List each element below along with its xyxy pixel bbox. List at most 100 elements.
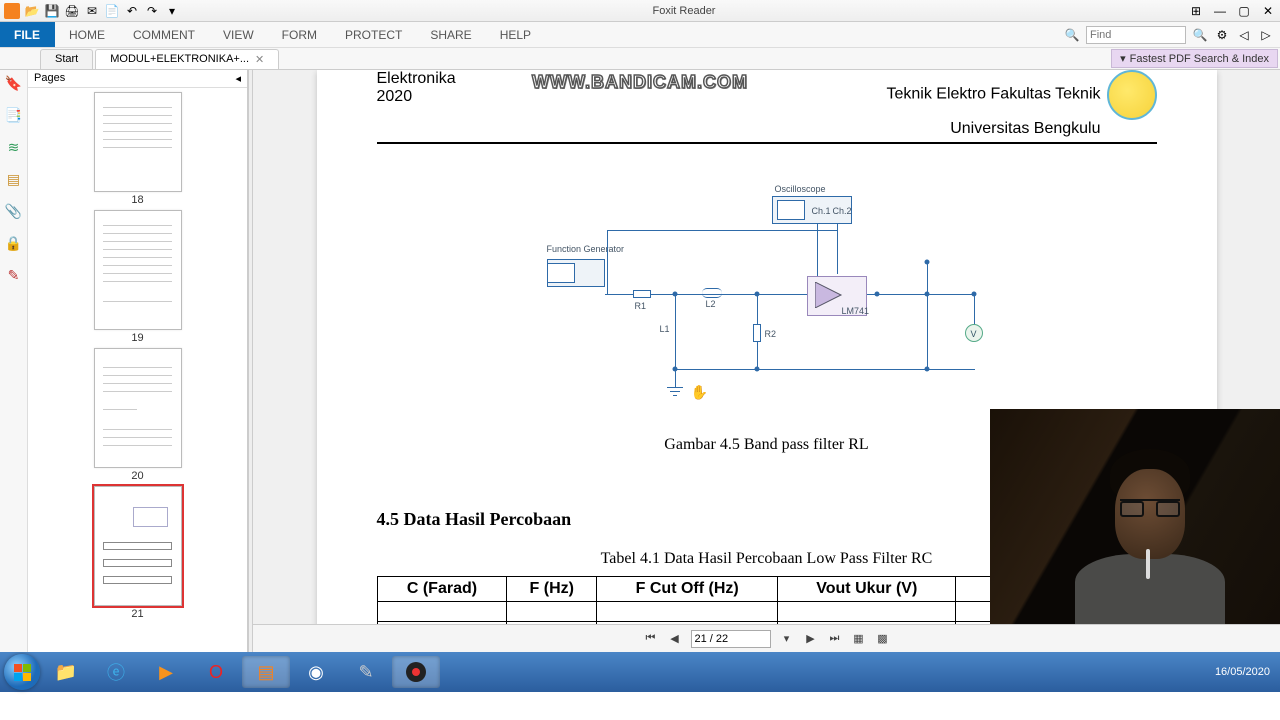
main-area: 🔖 📑 ≋ ▤ 📎 🔒 ✎ Pages ◂ 18 19 (0, 70, 1280, 652)
find-input[interactable] (1086, 26, 1186, 44)
thumb-19[interactable]: 19 (94, 210, 182, 344)
thumb-label: 18 (94, 194, 182, 206)
tab-help[interactable]: HELP (486, 22, 545, 47)
thumb-21[interactable]: 21 (94, 486, 182, 620)
print-icon[interactable]: 🖨 (64, 3, 80, 19)
doc-header: Elektronika 2020 Teknik Elektro Fakultas… (377, 70, 1157, 144)
label-ch2: Ch.2 (833, 206, 852, 216)
doc-tab-modul-label: MODUL+ELEKTRONIKA+... (110, 53, 249, 65)
promo-text: Fastest PDF Search & Index (1130, 53, 1269, 65)
qat-dropdown-icon[interactable]: ▾ (164, 3, 180, 19)
ribbon-min-icon[interactable]: ⊞ (1188, 3, 1204, 19)
pages-panel-header: Pages ◂ (28, 70, 247, 88)
next-result-icon[interactable]: ▷ (1258, 27, 1274, 43)
view-mode2-icon[interactable]: ▩ (875, 631, 891, 647)
label-ic: LM741 (842, 306, 870, 316)
title-bar: 📂 💾 🖨 ✉ 📄 ↶ ↷ ▾ Foxit Reader ⊞ — ▢ ✕ (0, 0, 1280, 22)
open-icon[interactable]: 📂 (24, 3, 40, 19)
windows-logo-icon (14, 664, 31, 681)
tab-protect[interactable]: PROTECT (331, 22, 416, 47)
layers-icon[interactable]: ≋ (5, 138, 23, 156)
prev-result-icon[interactable]: ◁ (1236, 27, 1252, 43)
last-page-icon[interactable]: ⏭ (827, 631, 843, 647)
label-r2: R2 (765, 329, 777, 339)
hand-cursor-icon: ✋ (691, 384, 708, 401)
tab-form[interactable]: FORM (268, 22, 331, 47)
find-go-icon[interactable]: 🔍 (1192, 27, 1208, 43)
system-tray[interactable]: 16/05/2020 (1215, 666, 1276, 679)
label-function-generator: Function Generator (547, 244, 625, 254)
pages-icon[interactable]: 📑 (5, 106, 23, 124)
status-bar: ⏮ ◀ ▾ ▶ ⏭ ▦ ▩ (253, 624, 1280, 652)
label-oscilloscope: Oscilloscope (775, 184, 826, 194)
search-icon[interactable]: 🔍 (1064, 27, 1080, 43)
thumbnail-list[interactable]: 18 19 20 21 (28, 88, 247, 652)
doc-tab-start[interactable]: Start (40, 49, 93, 69)
tab-home[interactable]: HOME (55, 22, 119, 47)
task-app1[interactable]: ✎ (342, 656, 390, 688)
task-ie[interactable]: ⓔ (92, 656, 140, 688)
tab-share[interactable]: SHARE (416, 22, 485, 47)
task-wmp[interactable]: ▶ (142, 656, 190, 688)
thumbnail[interactable] (94, 348, 182, 468)
thumbnail[interactable] (94, 486, 182, 606)
task-explorer[interactable]: 📁 (42, 656, 90, 688)
doc-tab-modul[interactable]: MODUL+ELEKTRONIKA+... ✕ (95, 49, 279, 69)
close-tab-icon[interactable]: ✕ (255, 53, 264, 66)
thumb-label: 20 (94, 470, 182, 482)
app-icon (4, 3, 20, 19)
collapse-panel-icon[interactable]: ◂ (235, 72, 241, 85)
new-icon[interactable]: 📄 (104, 3, 120, 19)
hdr-university: Universitas Bengkulu (950, 120, 1100, 138)
thumb-label: 19 (94, 332, 182, 344)
minimize-icon[interactable]: — (1212, 3, 1228, 19)
start-button[interactable] (4, 654, 40, 690)
view-mode1-icon[interactable]: ▦ (851, 631, 867, 647)
email-icon[interactable]: ✉ (84, 3, 100, 19)
thumb-18[interactable]: 18 (94, 92, 182, 206)
university-logo (1107, 70, 1157, 120)
tab-file[interactable]: FILE (0, 22, 55, 47)
close-window-icon[interactable]: ✕ (1260, 3, 1276, 19)
promo-banner[interactable]: ▾ Fastest PDF Search & Index (1111, 49, 1278, 68)
watermark: WWW.BANDICAM.COM (532, 72, 748, 93)
label-l1: L1 (660, 324, 670, 334)
redo-icon[interactable]: ↷ (144, 3, 160, 19)
thumb-label: 21 (94, 608, 182, 620)
th-f: F (Hz) (507, 577, 597, 602)
page-number-input[interactable] (691, 630, 771, 648)
task-chrome[interactable]: ◉ (292, 656, 340, 688)
security-icon[interactable]: 🔒 (5, 234, 23, 252)
attachments-icon[interactable]: 📎 (5, 202, 23, 220)
pages-panel-title: Pages (34, 72, 65, 85)
taskbar: 📁 ⓔ ▶ O ▤ ◉ ✎ 16/05/2020 (0, 652, 1280, 692)
task-opera[interactable]: O (192, 656, 240, 688)
task-bandicam[interactable] (392, 656, 440, 688)
thumbnail[interactable] (94, 92, 182, 192)
thumbnail[interactable] (94, 210, 182, 330)
ribbon: FILE HOME COMMENT VIEW FORM PROTECT SHAR… (0, 22, 1280, 48)
tab-comment[interactable]: COMMENT (119, 22, 209, 47)
maximize-icon[interactable]: ▢ (1236, 3, 1252, 19)
th-c: C (Farad) (377, 577, 507, 602)
document-viewport[interactable]: Elektronika 2020 Teknik Elektro Fakultas… (253, 70, 1280, 652)
circuit-schematic: Oscilloscope Ch.1 Ch.2 Function Generato… (547, 184, 987, 424)
tray-date: 16/05/2020 (1215, 666, 1270, 679)
save-icon[interactable]: 💾 (44, 3, 60, 19)
webcam-overlay (990, 409, 1280, 624)
hdr-subject: Elektronika (377, 70, 456, 88)
next-page-icon[interactable]: ▶ (803, 631, 819, 647)
first-page-icon[interactable]: ⏮ (643, 631, 659, 647)
task-pdf[interactable]: ▤ (242, 656, 290, 688)
thumb-20[interactable]: 20 (94, 348, 182, 482)
signature-icon[interactable]: ✎ (5, 266, 23, 284)
bookmark-icon[interactable]: 🔖 (5, 74, 23, 92)
gear-icon[interactable]: ⚙ (1214, 27, 1230, 43)
undo-icon[interactable]: ↶ (124, 3, 140, 19)
comments-icon[interactable]: ▤ (5, 170, 23, 188)
page-dropdown-icon[interactable]: ▾ (779, 631, 795, 647)
prev-page-icon[interactable]: ◀ (667, 631, 683, 647)
tab-view[interactable]: VIEW (209, 22, 268, 47)
pages-panel: Pages ◂ 18 19 20 (28, 70, 248, 652)
label-l2: L2 (706, 299, 716, 309)
